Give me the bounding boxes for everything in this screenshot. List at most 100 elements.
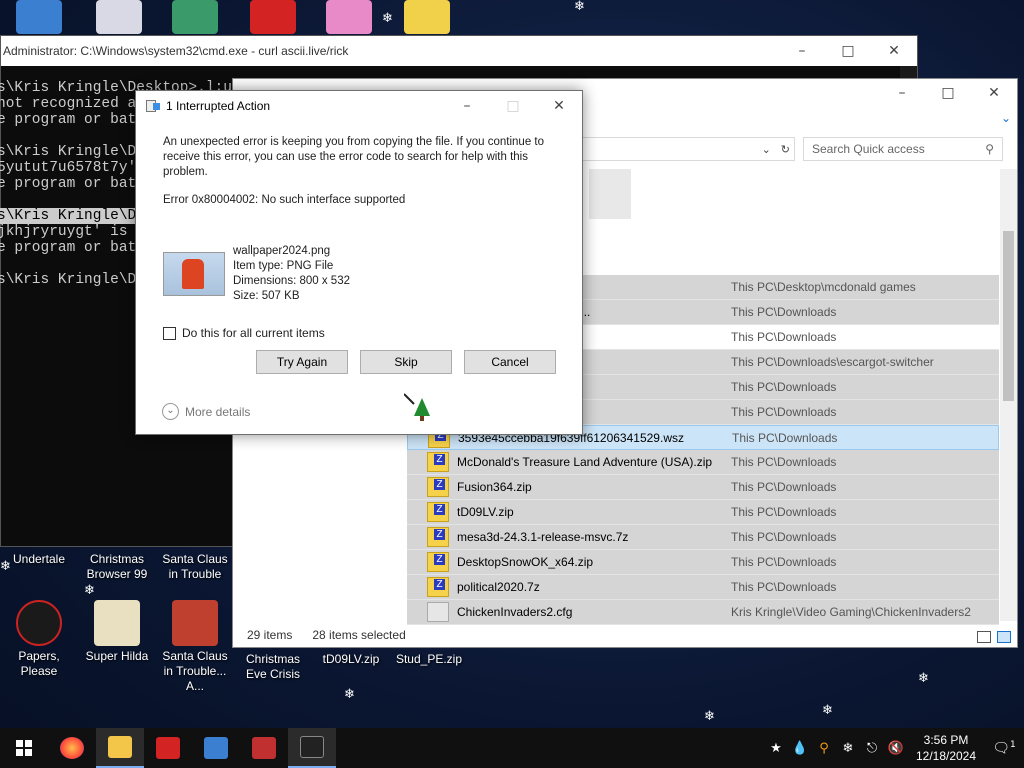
file-row[interactable]: political2020.7z This PC\Downloads [407,575,999,600]
file-row[interactable]: tD09LV.zip This PC\Downloads [407,500,999,525]
archive-file-icon [427,552,449,572]
copy-icon [146,100,160,112]
desktop-icon[interactable]: Santa Claus in Trouble... A... [156,600,234,694]
file-location: This PC\Downloads [731,580,837,594]
search-icon[interactable]: ⚲ [812,741,836,756]
file-name: mesa3d-24.3.1-release-msvc.7z [457,530,629,544]
minimize-button[interactable]: – [779,43,825,59]
maximize-button[interactable]: □ [825,43,871,59]
refresh-icon[interactable]: ↻ [781,143,790,156]
file-location: Kris Kringle\Video Gaming\ChickenInvader… [731,605,971,619]
file-row[interactable]: Fusion364.zip This PC\Downloads [407,475,999,500]
desktop-icon-label: Santa Claus in Trouble [162,552,228,581]
desktop-icon-spacer [234,600,312,652]
snowflake-tray-icon[interactable]: ❄ [836,741,860,756]
file-location: This PC\Downloads [731,555,837,569]
file-name: tD09LV.zip [457,505,514,519]
interrupted-action-dialog[interactable]: 1 Interrupted Action – □ ✕ An unexpected… [135,90,583,435]
christmas-tree-cursor-icon [403,392,430,422]
taskbar-christmas-app[interactable] [240,728,288,768]
desktop-icon-anime[interactable] [326,0,372,34]
large-icons-view-icon[interactable] [997,631,1011,643]
desktop-icon-computer[interactable] [16,0,62,34]
chevron-down-icon[interactable]: ⌄ [162,403,179,420]
more-details-toggle[interactable]: ⌄ More details [162,403,250,420]
clock[interactable]: 3:56 PM 12/18/2024 [908,732,984,764]
desktop-icon-mcdonalds[interactable] [250,0,296,34]
desktop-icon[interactable]: Undertale [0,552,78,567]
maximize-button[interactable]: □ [925,85,971,101]
minimize-button[interactable]: – [444,98,490,114]
close-button[interactable]: ✕ [971,85,1017,101]
dialog-titlebar[interactable]: 1 Interrupted Action – □ ✕ [136,91,582,121]
file-location: This PC\Downloads [731,380,837,394]
desktop-icon-game[interactable] [172,0,218,34]
view-toggle [977,631,1011,643]
mcdonalds-icon [156,737,180,759]
scrollbar-thumb[interactable] [1003,231,1014,401]
taskbar-firefox[interactable] [48,728,96,768]
archive-file-icon [427,502,449,522]
file-row[interactable]: DesktopSnowOK_x64.zip This PC\Downloads [407,550,999,575]
desktop-icon-label: Santa Claus in Trouble... A... [162,649,228,693]
checkbox[interactable] [163,326,176,340]
cmd-line: e program or batch [0,112,154,128]
firefox-icon [60,737,84,759]
taskbar-game[interactable] [192,728,240,768]
chevron-down-icon[interactable]: ⌄ [762,143,771,156]
details-view-icon[interactable] [977,631,991,643]
taskbar-file-explorer[interactable] [96,728,144,768]
network-app-icon[interactable]: ★ [764,741,788,756]
file-list-scrollbar[interactable] [1000,169,1017,621]
folder-icon [108,736,132,758]
cancel-button[interactable]: Cancel [464,350,556,374]
taskbar-mcdonalds[interactable] [144,728,192,768]
taskbar-cmd[interactable] [288,728,336,768]
desktop-icon[interactable]: Papers, Please [0,600,78,679]
start-button[interactable] [0,728,48,768]
cmd-titlebar[interactable]: Administrator: C:\Windows\system32\cmd.e… [1,36,917,66]
snowflake-icon: ❄ [574,0,585,14]
desktop-icon[interactable]: tD09LV.zip [312,600,390,667]
cmd-line: e program or batch [0,240,154,256]
desktop-icon[interactable]: Christmas Eve Crisis [234,600,312,682]
cmd-line: s\Kris Kringle\De [0,208,145,224]
close-button[interactable]: ✕ [871,43,917,59]
desktop-icon-app[interactable] [96,0,142,34]
cmd-line: s\Kris Kringle\De [0,144,145,160]
volume-muted-icon[interactable]: 🔇 [884,741,908,756]
system-tray: ★ 💧 ⚲ ❄ ⎋ 🔇 3:56 PM 12/18/2024 🗨1 [764,728,1024,768]
archive-file-icon [427,527,449,547]
file-row[interactable]: mesa3d-24.3.1-release-msvc.7z This PC\Dow… [407,525,999,550]
desktop-icon[interactable]: Super Hilda [78,600,156,664]
search-box[interactable]: Search Quick access ⚲ [803,137,1003,161]
game-icon [204,737,228,759]
apply-all-checkbox[interactable]: Do this for all current items [163,326,325,340]
desktop-icon-winrar[interactable] [404,0,450,34]
file-location: This PC\Downloads [731,505,837,519]
file-row[interactable]: McDonald's Treasure Land Adventure (USA)… [407,450,999,475]
archive-file-icon [427,477,449,497]
desktop-icon[interactable]: Santa Claus in Trouble [156,552,234,582]
try-again-button[interactable]: Try Again [256,350,348,374]
close-button[interactable]: ✕ [536,98,582,114]
windows-icon [16,740,32,756]
desktop-icon[interactable]: Stud_PE.zip [390,600,468,667]
desktop-icon-label: Stud_PE.zip [395,652,463,666]
skip-button[interactable]: Skip [360,350,452,374]
file-type: Item type: PNG File [233,260,334,272]
desktop-icon-label: Christmas Browser 99 [86,552,148,581]
snowflake-icon: ❄ [344,687,355,702]
desktop-icon-label: Christmas Eve Crisis [245,652,300,681]
drop-icon[interactable]: 💧 [788,741,812,756]
archive-file-icon [427,577,449,597]
network-icon[interactable]: ⎋ [860,741,884,756]
more-details-label[interactable]: More details [185,405,250,419]
chevron-down-icon[interactable]: ⌄ [1001,111,1011,125]
desktop-icon[interactable]: Christmas Browser 99 [78,552,156,582]
minimize-button[interactable]: – [879,85,925,101]
search-input[interactable]: Search Quick access [812,142,925,156]
notification-center-icon[interactable]: 🗨1 [984,740,1024,757]
file-row[interactable]: ChickenInvaders2.cfg Kris Kringle\Video G… [407,600,999,625]
folder-thumbnail[interactable] [589,169,631,219]
